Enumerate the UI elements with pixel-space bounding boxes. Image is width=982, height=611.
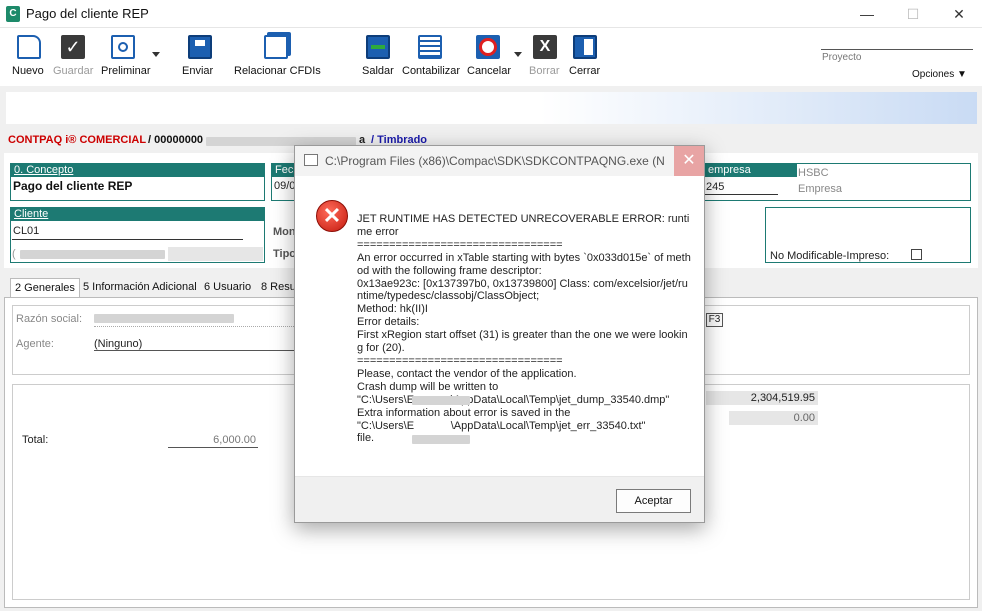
prohibited-icon [479,38,497,56]
concepto-box[interactable]: 0. Concepto Pago del cliente REP [10,163,265,201]
dialog-close-button[interactable]: ✕ [674,146,704,176]
moneda-label: Mon [273,226,296,238]
fecha-label: Fech [272,164,299,177]
tab-informacion-adicional[interactable]: 5 Información Adicional [79,278,201,298]
checkmark-icon: ✓ [61,35,85,59]
opciones-label: Opciones [912,69,955,80]
empresa-underline [705,194,778,195]
cancelar-button[interactable]: Cancelar [467,65,511,77]
agente-label: Agente: [16,338,54,350]
cliente-label: Cliente [11,208,264,221]
concepto-label: 0. Concepto [11,164,264,177]
f3-button[interactable]: F3 [706,313,723,327]
no-modificable-label: No Modificable-Impreso: [770,250,890,262]
proyecto-underline [821,49,973,50]
preliminar-dropdown-arrow-icon[interactable] [152,52,160,57]
company-name: CONTPAQ i® COMERCIAL [8,134,147,146]
exit-door-icon[interactable] [573,35,597,59]
cliente-underline [12,239,243,240]
error-icon: ✕ [316,200,348,232]
total-label: Total: [22,434,49,446]
redacted-username-1 [412,396,470,405]
redacted-client-name [20,250,165,259]
fecha-value: 09/0 [274,180,296,192]
close-window-button[interactable]: ✕ [936,0,982,28]
agente-value[interactable]: (Ninguno) [94,338,142,350]
magnifier-icon [118,42,128,52]
error-dialog: C:\Program Files (x86)\Compac\SDK\SDKCON… [294,145,705,523]
bank-empresa-label: Empresa [798,183,843,195]
saldar-icon[interactable] [366,35,390,59]
cancelar-dropdown-arrow-icon[interactable] [514,52,522,57]
tab-generales[interactable]: 2 Generales [10,278,80,298]
opciones-menu[interactable]: Opciones ▼ [912,69,967,80]
send-icon-detail [195,40,205,46]
no-modificable-checkbox[interactable] [911,249,922,260]
razon-social-label: Razón social: [16,313,83,325]
agente-underline [94,350,294,351]
preview-magnifier-icon[interactable] [111,35,135,59]
send-icon[interactable] [188,35,212,59]
console-window-icon [304,154,318,166]
razon-social-underline [94,326,294,327]
total-value: 6,000.00 [213,434,256,446]
nuevo-button[interactable]: Nuevo [12,65,44,77]
exit-door-panel [584,39,593,55]
amount-field-2: 0.00 [729,411,818,425]
amount-field-1: 2,304,519.95 [706,391,818,405]
app-icon: C [6,6,20,22]
cliente-value[interactable]: CL01 [11,221,264,237]
cliente-name: ( [12,248,16,260]
maximize-button[interactable]: ☐ [890,0,936,28]
document-number: / 00000000 [148,134,204,146]
dialog-title: C:\Program Files (x86)\Compac\SDK\SDKCON… [325,154,665,168]
proyecto-label[interactable]: Proyecto [822,52,861,63]
total-underline [168,447,258,448]
chevron-down-icon: ▼ [957,69,967,80]
contabilizar-button[interactable]: Contabilizar [402,65,460,77]
empresa-value: 245 [706,181,725,193]
guardar-button[interactable]: Guardar [53,65,93,77]
bank-name: HSBC [798,167,829,179]
borrar-button[interactable]: Borrar [529,65,560,77]
info-band [6,92,977,124]
preliminar-button[interactable]: Preliminar [101,65,151,77]
redacted-username-2 [412,435,470,444]
redacted-razon-social [94,314,234,323]
enviar-button[interactable]: Enviar [182,65,213,77]
aceptar-button[interactable]: Aceptar [616,489,691,513]
delete-x-icon: X [533,35,557,59]
saldar-icon-stripe [371,45,385,49]
client-name-field [168,247,263,261]
cancel-icon[interactable] [476,35,500,59]
new-document-icon[interactable] [17,35,41,59]
concepto-value: Pago del cliente REP [13,179,133,193]
error-message: JET RUNTIME HAS DETECTED UNRECOVERABLE E… [357,213,691,445]
cerrar-button[interactable]: Cerrar [569,65,600,77]
related-documents-icon[interactable] [264,35,288,59]
minimize-button[interactable]: — [844,0,890,28]
saldar-button[interactable]: Saldar [362,65,394,77]
ledger-icon[interactable] [418,35,442,59]
tipo-cambio-label: Tipo [273,248,297,260]
relacionar-cfdis-button[interactable]: Relacionar CFDIs [234,65,321,77]
tab-usuario[interactable]: 6 Usuario [200,278,255,298]
empresa-label: empresa [705,164,797,177]
window-title: Pago del cliente REP [26,6,149,21]
